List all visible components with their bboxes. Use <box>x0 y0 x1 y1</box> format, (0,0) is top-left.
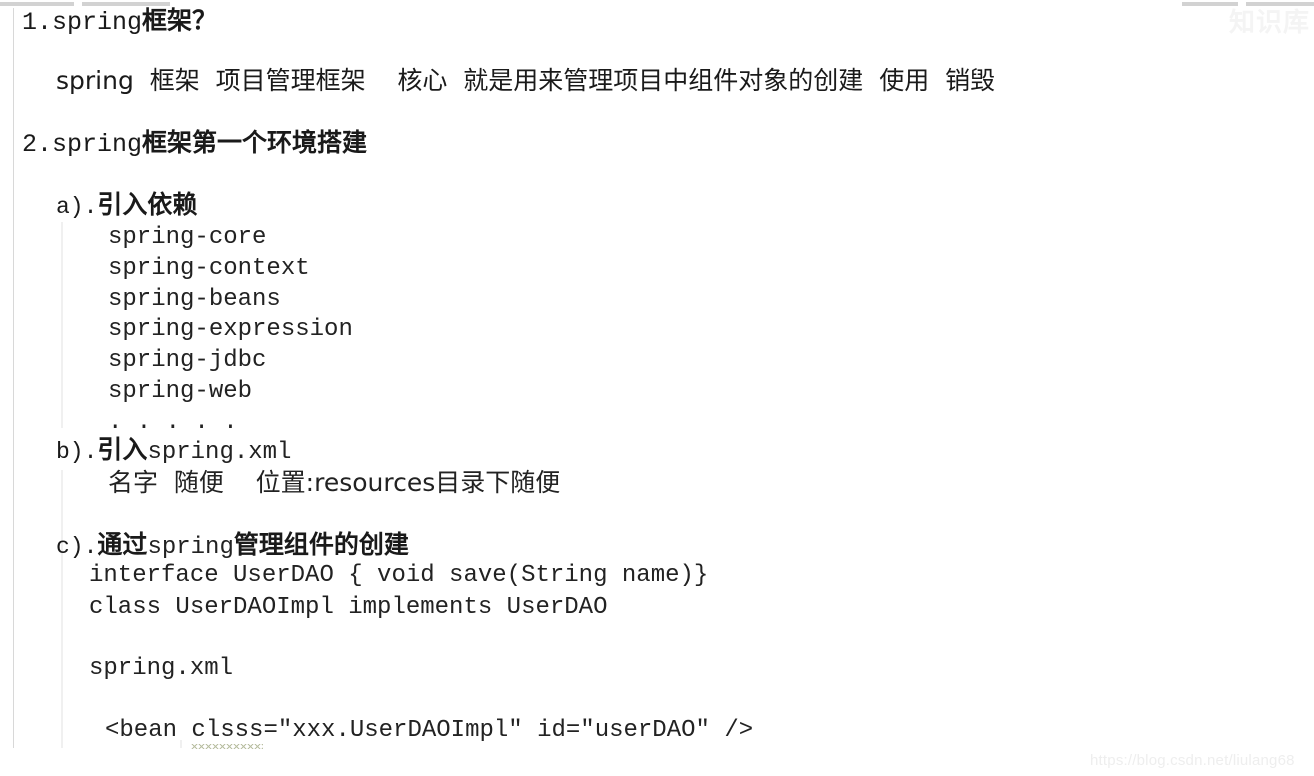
heading-2: 2.spring框架第一个环境搭建 <box>22 130 367 157</box>
dependency-item: spring-expression <box>108 316 353 343</box>
section-c-label-cjk-2: 管理组件的创建 <box>233 530 409 559</box>
heading-1-cjk: 框架？ <box>142 6 218 35</box>
dependency-item: spring-core <box>108 224 267 251</box>
section-a-label: 引入依赖 <box>97 190 198 219</box>
bean-suffix: ="xxx.UserDAOImpl" id="userDAO" /> <box>263 717 754 744</box>
heading-2-latin: spring <box>52 130 143 159</box>
heading-1: 1.spring框架？ <box>22 8 217 35</box>
dependency-item: spring-context <box>108 255 310 282</box>
dependency-item: spring-web <box>108 378 253 405</box>
section-b-label-latin: spring.xml <box>147 439 292 466</box>
watermark-blog-url: https://blog.csdn.net/liulang68 <box>1090 752 1295 769</box>
section-c-label-latin: spring <box>147 534 234 561</box>
section-b-label-cjk: 引入 <box>97 435 148 464</box>
section-a-title: a).引入依赖 <box>56 192 197 219</box>
heading-1-number: 1. <box>22 8 53 37</box>
section-c-marker: c). <box>56 534 98 560</box>
intro-line: spring 框架 项目管理框架 核心 就是用来管理项目中组件对象的创建 使用 … <box>56 66 996 95</box>
watermark-top-right: 知识库 <box>1228 8 1310 38</box>
section-c-label-cjk-1: 通过 <box>97 530 148 559</box>
section-c-title: c).通过spring管理组件的创建 <box>56 532 409 560</box>
heading-2-number: 2. <box>22 130 53 159</box>
dependency-item: spring-beans <box>108 286 281 313</box>
heading-1-latin: spring <box>52 8 143 37</box>
bean-prefix: <bean <box>105 717 192 744</box>
dependency-item: spring-jdbc <box>108 347 267 374</box>
section-b-marker: b). <box>56 439 98 465</box>
section-b-title: b).引入spring.xml <box>56 437 291 465</box>
code-line-interface: interface UserDAO { void save(String nam… <box>89 562 709 589</box>
dependency-ellipsis: . . . . . <box>108 409 238 436</box>
section-b-detail: 名字 随便 位置:resources目录下随便 <box>108 468 561 497</box>
section-a-marker: a). <box>56 194 98 220</box>
heading-2-cjk: 框架第一个环境搭建 <box>142 128 368 157</box>
note-document: 1.spring框架？ spring 框架 项目管理框架 核心 就是用来管理项目… <box>0 0 1314 776</box>
misspelled-attribute: clsss <box>191 717 264 749</box>
code-line-class: class UserDAOImpl implements UserDAO <box>89 594 608 621</box>
bean-declaration: <bean clsss="xxx.UserDAOImpl" id="userDA… <box>105 717 754 749</box>
xml-file-name: spring.xml <box>89 655 234 682</box>
